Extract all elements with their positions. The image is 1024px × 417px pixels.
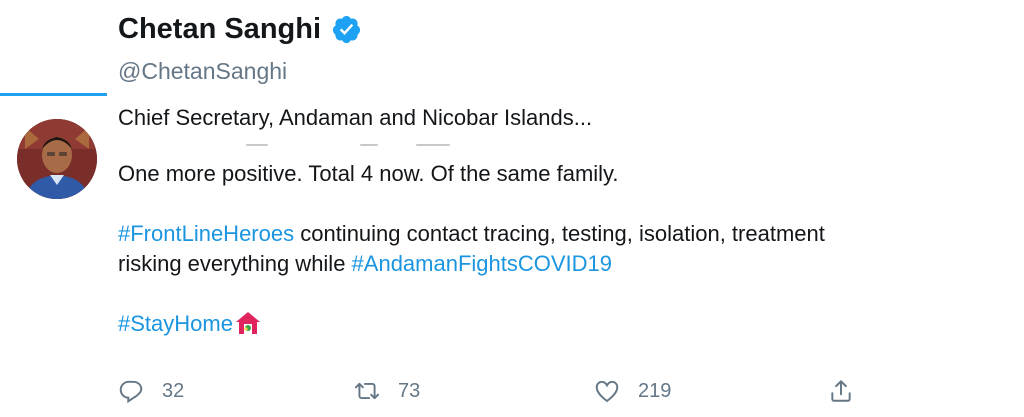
tab-indicator bbox=[0, 93, 107, 96]
tweet-line-3-text: risking everything while bbox=[118, 251, 352, 276]
reply-icon bbox=[119, 380, 143, 404]
tweet-body: Chief Secretary, Andaman and Nicobar Isl… bbox=[118, 103, 998, 339]
like-icon bbox=[595, 380, 619, 403]
house-with-garden-emoji bbox=[235, 312, 260, 334]
tweet-line-1: One more positive. Total 4 now. Of the s… bbox=[118, 161, 619, 186]
tweet-bio-line: Chief Secretary, Andaman and Nicobar Isl… bbox=[118, 105, 593, 130]
user-handle[interactable]: @ChetanSanghi bbox=[118, 56, 362, 86]
tweet-line-2: #FrontLineHeroes continuing contact trac… bbox=[118, 219, 998, 249]
like-button[interactable]: 219 bbox=[594, 374, 671, 408]
tweet-line-3: risking everything while #AndamanFightsC… bbox=[118, 249, 998, 279]
tweet-header: Chetan Sanghi @ChetanSanghi bbox=[118, 10, 362, 86]
retweet-count: 73 bbox=[398, 379, 421, 402]
retweet-button[interactable]: 73 bbox=[354, 374, 420, 408]
reply-count: 32 bbox=[162, 379, 185, 402]
tweet-line-4: #StayHome bbox=[118, 309, 998, 339]
avatar[interactable] bbox=[17, 119, 97, 199]
like-count: 219 bbox=[638, 379, 672, 402]
tweet-line-2-text: continuing contact tracing, testing, iso… bbox=[294, 221, 825, 246]
hashtag-stayhome[interactable]: #StayHome bbox=[118, 311, 233, 336]
avatar-photo bbox=[17, 119, 97, 199]
reply-button[interactable]: 32 bbox=[118, 374, 184, 408]
hashtag-andamanfightscovid19[interactable]: #AndamanFightsCOVID19 bbox=[352, 251, 612, 276]
share-icon bbox=[831, 380, 851, 402]
retweet-icon bbox=[354, 382, 380, 400]
display-name[interactable]: Chetan Sanghi bbox=[118, 10, 321, 48]
tweet-actions: 32 73 219 bbox=[118, 374, 858, 408]
verified-badge-icon bbox=[333, 15, 361, 43]
hashtag-frontlineheroes[interactable]: #FrontLineHeroes bbox=[118, 221, 294, 246]
share-button[interactable] bbox=[828, 374, 854, 408]
